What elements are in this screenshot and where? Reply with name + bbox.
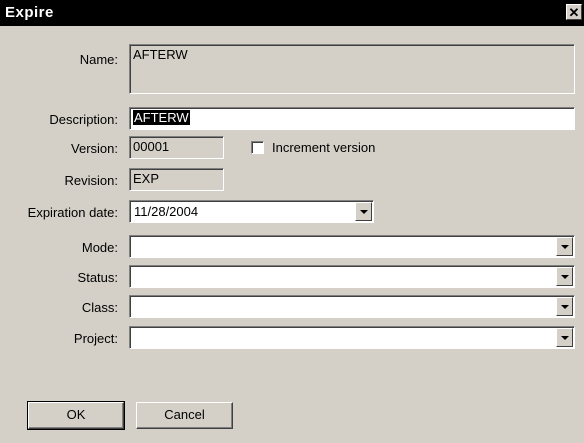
chevron-down-icon[interactable]: [556, 237, 573, 256]
dialog-title: Expire: [5, 4, 54, 21]
status-combo[interactable]: [129, 265, 575, 288]
description-value: AFTERW: [133, 110, 190, 125]
revision-value: EXP: [133, 171, 160, 186]
class-label: Class:: [81, 300, 118, 315]
chevron-down-icon[interactable]: [556, 267, 573, 286]
chevron-down-icon[interactable]: [556, 297, 573, 316]
project-combo[interactable]: [129, 326, 575, 349]
ok-button[interactable]: OK: [27, 401, 125, 430]
expire-dialog: Expire ✕ Name: AFTERW Description: AFTER…: [0, 0, 584, 443]
revision-label: Revision:: [64, 173, 118, 188]
description-label: Description:: [49, 112, 118, 127]
cancel-button[interactable]: Cancel: [136, 402, 233, 429]
title-bar: Expire ✕: [0, 0, 584, 26]
expiration-date-combo[interactable]: 11/28/2004: [129, 200, 374, 223]
increment-version-checkbox[interactable]: [251, 141, 264, 154]
version-label: Version:: [71, 141, 118, 156]
status-label: Status:: [77, 270, 118, 285]
name-field: AFTERW: [129, 44, 575, 94]
mode-label: Mode:: [81, 240, 118, 255]
version-value: 00001: [133, 139, 170, 154]
mode-combo[interactable]: [129, 235, 575, 258]
expiration-date-label: Expiration date:: [27, 205, 118, 220]
chevron-down-icon[interactable]: [355, 202, 372, 221]
name-value: AFTERW: [133, 47, 188, 62]
name-label: Name:: [79, 52, 118, 67]
description-input[interactable]: AFTERW: [129, 107, 575, 130]
increment-version-label: Increment version: [272, 140, 376, 155]
chevron-down-icon[interactable]: [556, 328, 573, 347]
revision-field: EXP: [129, 168, 224, 191]
close-icon[interactable]: ✕: [566, 4, 582, 20]
class-combo[interactable]: [129, 295, 575, 318]
version-field: 00001: [129, 136, 224, 159]
expiration-date-value: 11/28/2004: [134, 204, 199, 219]
project-label: Project:: [73, 331, 118, 346]
